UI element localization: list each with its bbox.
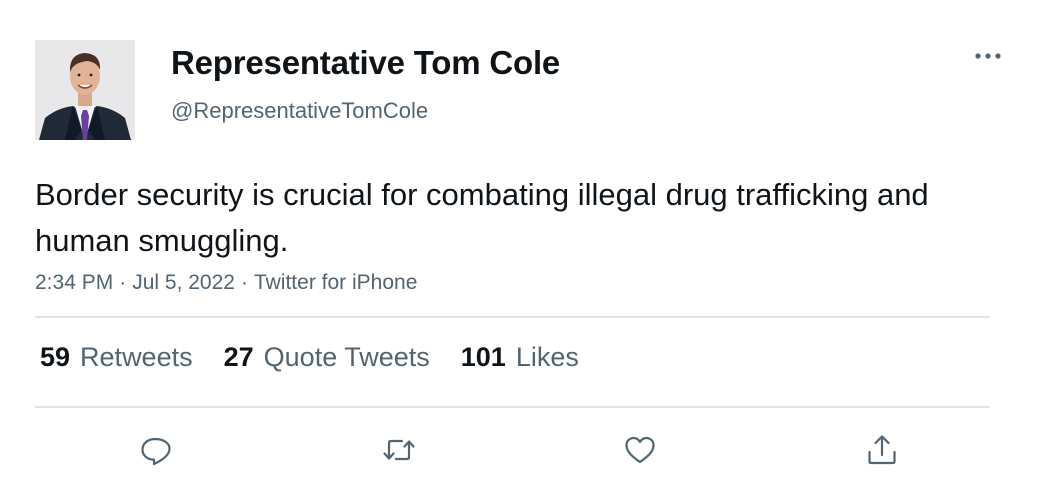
- share-button[interactable]: [860, 428, 904, 472]
- reply-button[interactable]: [134, 428, 178, 472]
- retweets-count: 59: [40, 342, 71, 372]
- divider: [35, 316, 990, 318]
- retweets-label: Retweets: [80, 342, 193, 372]
- retweets-stat[interactable]: 59 Retweets: [40, 342, 193, 373]
- retweet-icon: [383, 439, 415, 461]
- more-icon: [975, 53, 1001, 59]
- reply-icon: [141, 437, 171, 466]
- profile-photo-icon: [35, 40, 135, 140]
- engagement-stats: 59 Retweets 27 Quote Tweets 101 Likes: [40, 342, 610, 373]
- retweet-button[interactable]: [377, 428, 421, 472]
- likes-stat[interactable]: 101 Likes: [461, 342, 579, 373]
- meta-separator: ·: [240, 271, 248, 294]
- more-options-button[interactable]: [966, 42, 1010, 70]
- like-button[interactable]: [618, 428, 662, 472]
- tweet-text: Border security is crucial for combating…: [35, 177, 929, 258]
- meta-separator: ·: [119, 271, 127, 294]
- author-display-name[interactable]: Representative Tom Cole: [171, 44, 560, 82]
- avatar[interactable]: [35, 40, 135, 140]
- quote-tweets-stat[interactable]: 27 Quote Tweets: [224, 342, 430, 373]
- author-handle[interactable]: @RepresentativeTomCole: [171, 98, 428, 124]
- tweet-meta: 2:34 PM · Jul 5, 2022 · Twitter for iPhone: [35, 271, 417, 295]
- likes-label: Likes: [515, 342, 579, 372]
- likes-count: 101: [460, 342, 506, 372]
- quote-tweets-count: 27: [223, 342, 254, 372]
- quote-tweets-label: Quote Tweets: [263, 342, 430, 372]
- tweet-date[interactable]: Jul 5, 2022: [132, 271, 235, 294]
- divider: [35, 406, 990, 408]
- share-icon: [868, 435, 896, 465]
- like-icon: [625, 436, 655, 464]
- tweet-time[interactable]: 2:34 PM: [35, 271, 113, 294]
- tweet-source[interactable]: Twitter for iPhone: [254, 271, 417, 294]
